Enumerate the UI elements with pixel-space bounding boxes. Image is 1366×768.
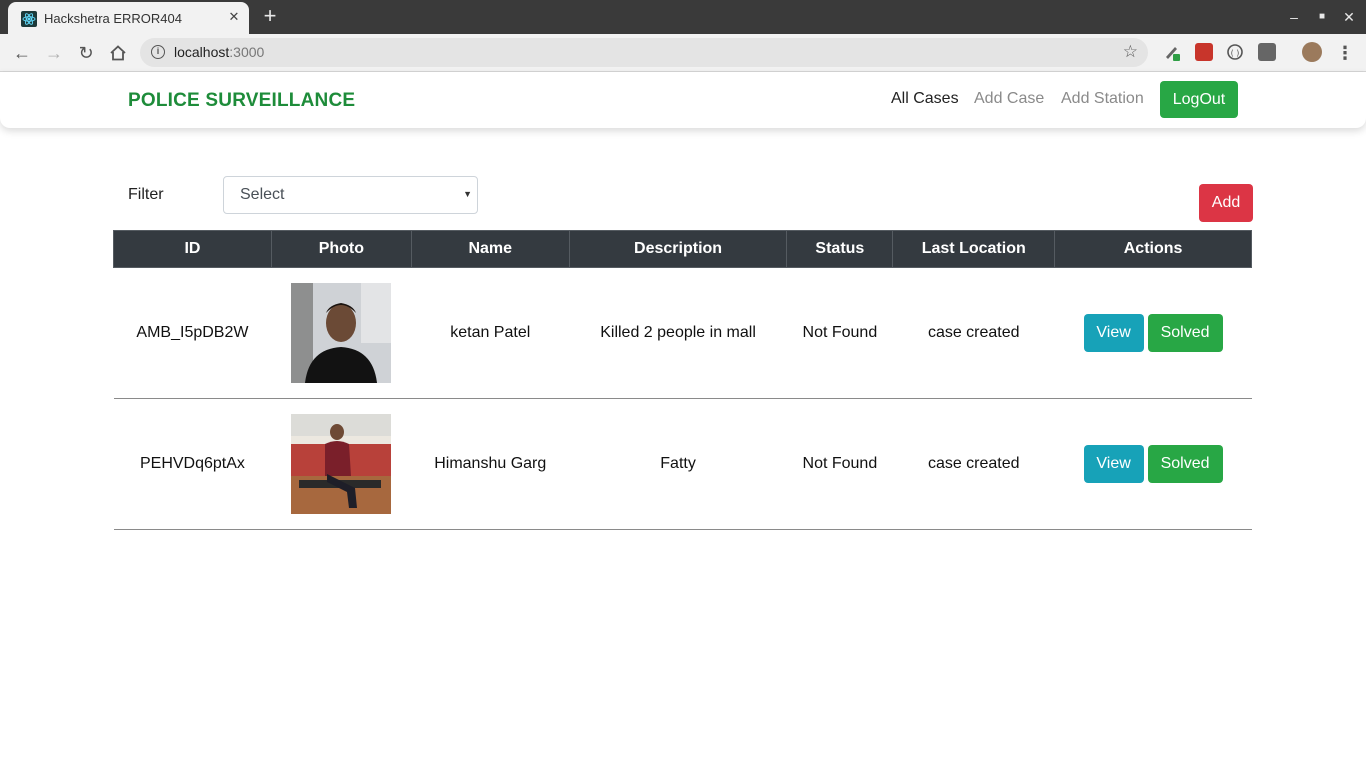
minimize-icon[interactable]: – (1285, 8, 1303, 26)
reload-icon[interactable]: ↻ (74, 41, 98, 65)
browser-menu-icon[interactable]: ⋮ (1336, 42, 1354, 64)
cell-description: Killed 2 people in mall (569, 267, 787, 399)
cell-status: Not Found (786, 398, 893, 530)
forward-arrow-icon[interactable]: → (42, 41, 66, 65)
person-photo (291, 414, 392, 514)
chevron-down-icon: ▼ (463, 189, 472, 199)
filter-select-value: Select (240, 186, 285, 203)
tab-close-icon[interactable]: ✕ (226, 9, 242, 25)
view-button[interactable]: View (1083, 314, 1144, 352)
solved-button[interactable]: Solved (1147, 445, 1223, 483)
cell-photo (271, 398, 412, 530)
solved-button[interactable]: Solved (1147, 314, 1223, 352)
back-arrow-icon[interactable]: ← (10, 41, 34, 65)
extension-circle-icon[interactable]: ( ) (1226, 43, 1244, 61)
cell-last-location: case created (892, 267, 1055, 399)
bookmark-star-icon[interactable]: ☆ (1123, 42, 1138, 62)
site-info-icon[interactable]: i (151, 45, 165, 59)
app-navbar: POLICE SURVEILLANCE All Cases Add Case A… (0, 72, 1366, 128)
browser-toolbar: ← → ↻ i localhost:3000 ☆ ( ) ⋮ (0, 34, 1366, 72)
table-row: AMB_I5pDB2W ketan Patel Killed 2 people … (113, 267, 1252, 399)
svg-text:( ): ( ) (1231, 49, 1240, 58)
home-icon[interactable] (106, 41, 130, 65)
address-bar[interactable]: i localhost:3000 ☆ (140, 38, 1148, 67)
react-favicon-icon (21, 11, 37, 27)
extension-red-icon[interactable] (1195, 43, 1213, 61)
cell-id: AMB_I5pDB2W (113, 267, 272, 399)
header-status: Status (786, 230, 894, 268)
nav-add-station[interactable]: Add Station (1061, 90, 1144, 108)
header-name: Name (410, 230, 570, 268)
page: POLICE SURVEILLANCE All Cases Add Case A… (0, 72, 1366, 768)
browser-tab[interactable]: Hackshetra ERROR404 ✕ (8, 2, 249, 34)
cases-table: ID Photo Name Description Status Last Lo… (113, 230, 1252, 530)
header-last-location: Last Location (892, 230, 1056, 268)
cell-description: Fatty (569, 398, 787, 530)
cell-last-location: case created (892, 398, 1055, 530)
cell-photo (271, 267, 412, 399)
extension-pen-icon[interactable] (1163, 43, 1181, 61)
brand-title[interactable]: POLICE SURVEILLANCE (128, 90, 355, 112)
cell-id: PEHVDq6ptAx (113, 398, 272, 530)
header-description: Description (568, 230, 788, 268)
cell-name: ketan Patel (411, 267, 570, 399)
view-button[interactable]: View (1083, 445, 1144, 483)
add-button[interactable]: Add (1199, 184, 1253, 222)
cell-actions: View Solved (1054, 267, 1252, 399)
cell-status: Not Found (786, 267, 893, 399)
cell-actions: View Solved (1054, 398, 1252, 530)
nav-add-case[interactable]: Add Case (974, 90, 1044, 108)
filter-label: Filter (128, 186, 164, 203)
maximize-icon[interactable]: ■ (1313, 8, 1331, 26)
extension-gray-icon[interactable] (1258, 43, 1276, 61)
cell-name: Himanshu Garg (411, 398, 570, 530)
filter-select[interactable]: Select ▼ (223, 176, 478, 214)
person-photo (291, 283, 392, 383)
table-header-row: ID Photo Name Description Status Last Lo… (113, 230, 1252, 268)
address-url: localhost:3000 (174, 44, 265, 60)
header-photo: Photo (270, 230, 412, 268)
tab-title: Hackshetra ERROR404 (44, 11, 182, 26)
browser-tabstrip: Hackshetra ERROR404 ✕ + – ■ ✕ (0, 0, 1366, 34)
window-close-icon[interactable]: ✕ (1340, 8, 1358, 26)
logout-button[interactable]: LogOut (1160, 81, 1238, 118)
table-row: PEHVDq6ptAx Himanshu Garg Fatty Not Foun… (113, 398, 1252, 530)
nav-all-cases[interactable]: All Cases (891, 90, 959, 108)
profile-avatar[interactable] (1302, 42, 1322, 62)
header-id: ID (113, 230, 272, 268)
header-actions: Actions (1054, 230, 1252, 268)
new-tab-icon[interactable]: + (258, 5, 282, 29)
